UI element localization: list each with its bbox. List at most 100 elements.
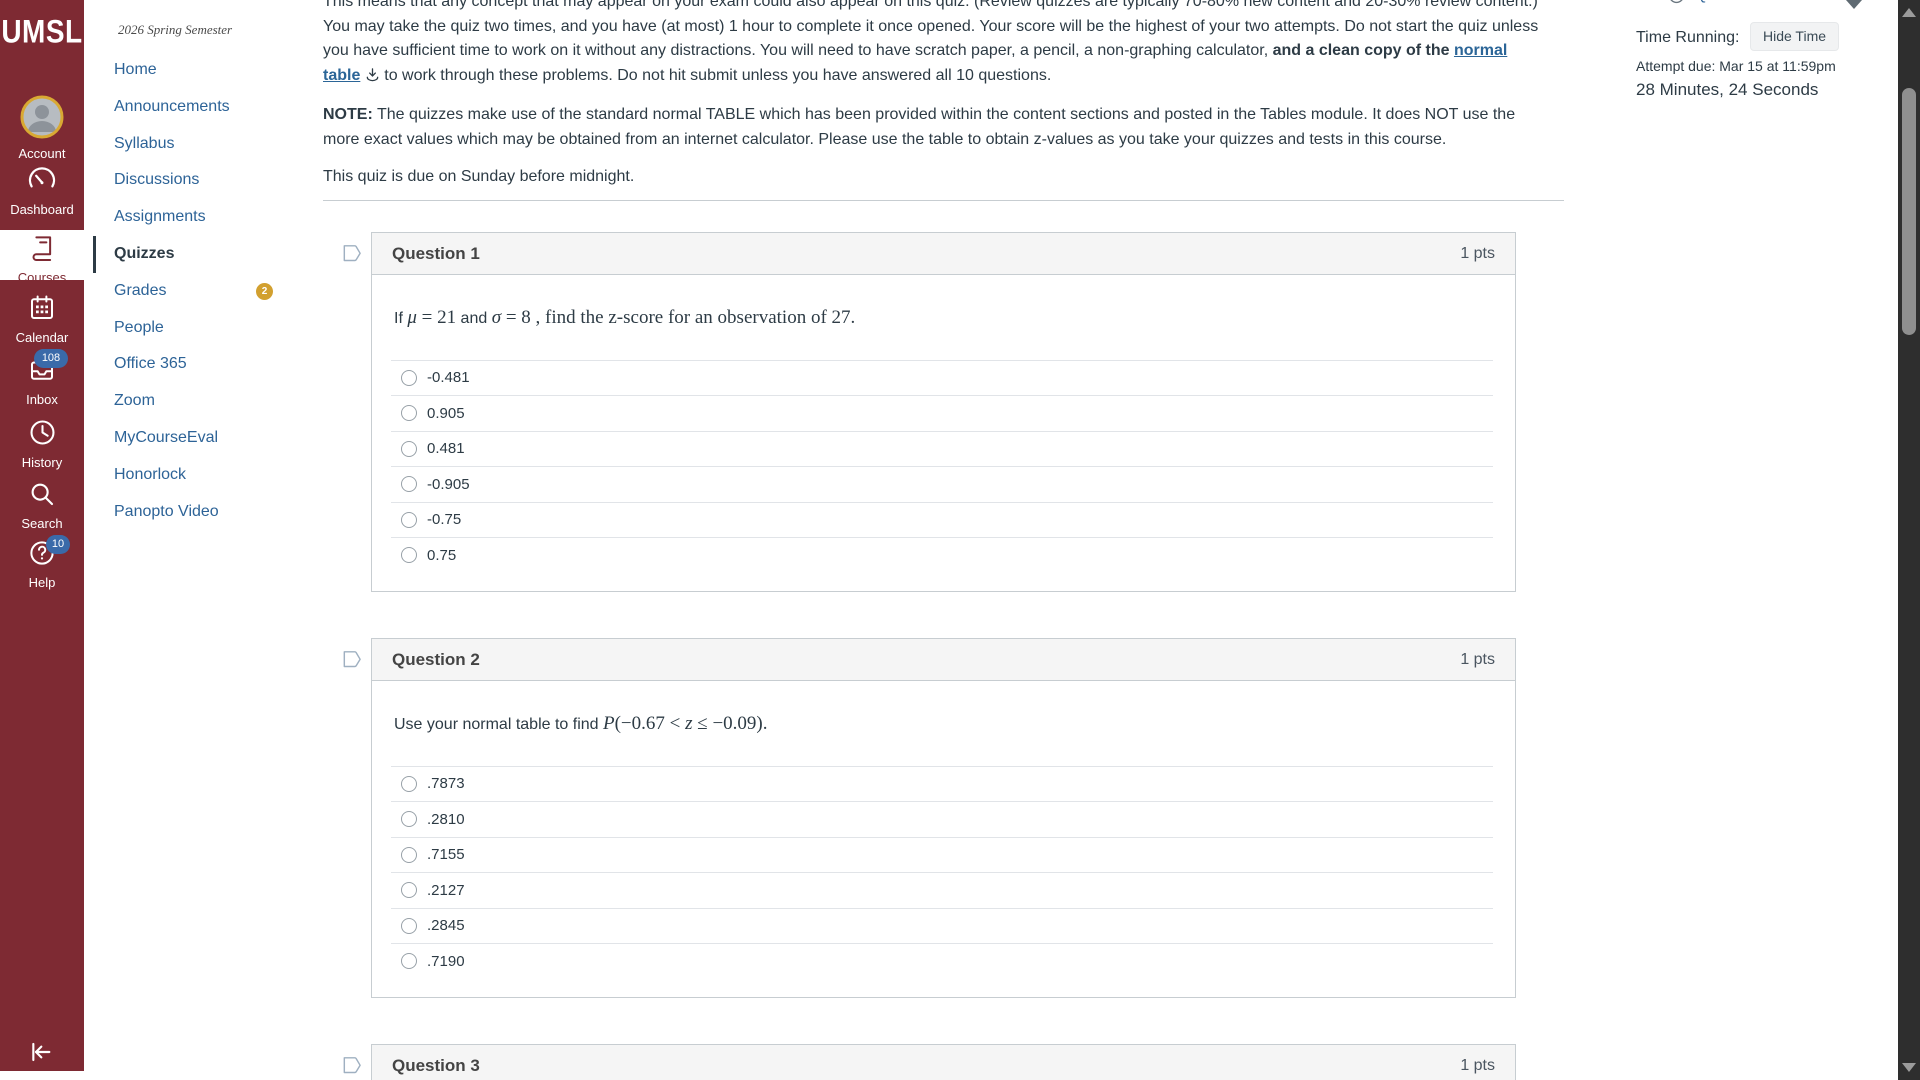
time-running-label: Time Running: [1636,29,1739,47]
courses-book-icon [27,233,57,263]
answer-option[interactable]: -0.75 [391,502,1493,538]
answer-radio[interactable] [401,370,417,386]
answer-option[interactable]: 0.481 [391,431,1493,467]
search-icon [27,479,57,509]
hide-time-button[interactable]: Hide Time [1750,22,1839,51]
scrollbar-thumb[interactable] [1902,88,1916,335]
answer-radio[interactable] [401,811,417,827]
sidebar-item-history[interactable]: History [0,417,84,470]
question-nav-link-row[interactable]: Question 2 [1668,0,1768,9]
question-1-box: Question 1 1 pts If μ = 21 and σ = 8 , f… [371,232,1516,592]
question-header: Question 1 1 pts [372,233,1515,275]
scrollbar[interactable] [1898,0,1920,1080]
course-nav-office365[interactable]: Office 365 [93,346,323,383]
question-title: Question 2 [392,639,480,680]
course-nav-home[interactable]: Home [93,52,323,89]
answer-option[interactable]: 0.905 [391,395,1493,431]
question-3-box: Question 3 1 pts [371,1044,1516,1080]
answer-radio[interactable] [401,953,417,969]
sidebar-label-inbox: Inbox [0,392,84,407]
question-header: Question 2 1 pts [372,639,1515,681]
flag-question-icon[interactable] [340,242,363,265]
course-nav-mycourseeval[interactable]: MyCourseEval [93,420,323,457]
attempt-due-text: Attempt due: Mar 15 at 11:59pm [1636,58,1836,74]
grades-badge: 2 [256,283,273,300]
course-nav-honorlock[interactable]: Honorlock [93,457,323,494]
answer-option[interactable]: .2127 [391,872,1493,908]
answer-radio[interactable] [401,512,417,528]
question-2-box: Question 2 1 pts Use your normal table t… [371,638,1516,998]
course-nav-panopto[interactable]: Panopto Video [93,494,323,531]
inbox-unread-badge: 108 [34,349,68,368]
course-nav-announcements[interactable]: Announcements [93,89,323,126]
scrollbar-down-arrow[interactable] [1902,1063,1916,1072]
quiz-content: This means that any concept that may app… [323,0,1564,1080]
question-nav-link[interactable]: Question 2 [1695,0,1768,4]
answer-option[interactable]: -0.481 [391,360,1493,396]
answer-option[interactable]: .7873 [391,766,1493,802]
course-nav-syllabus[interactable]: Syllabus [93,126,323,163]
dashboard-gauge-icon [26,163,58,195]
collapse-sidebar-icon[interactable] [24,1036,56,1068]
note-paragraph: NOTE: The quizzes make use of the standa… [323,103,1543,152]
sidebar-label-search: Search [0,516,84,531]
due-date-text: This quiz is due on Sunday before midnig… [323,165,1543,190]
course-nav-quizzes[interactable]: Quizzes [93,236,323,273]
question-title: Question 3 [392,1045,480,1080]
content-divider [323,200,1564,201]
time-remaining-text: 28 Minutes, 24 Seconds [1636,80,1818,100]
quiz-instructions-paragraph: This means that any concept that may app… [323,0,1543,88]
course-nav-zoom[interactable]: Zoom [93,383,323,420]
help-badge: 10 [46,535,70,554]
answer-radio[interactable] [401,547,417,563]
avatar-icon [20,95,64,139]
question-points: 1 pts [1460,1045,1495,1080]
answer-radio[interactable] [401,405,417,421]
question-prompt: If μ = 21 and σ = 8 , find the z-score f… [394,305,1493,332]
answer-radio[interactable] [401,847,417,863]
sidebar-item-inbox[interactable]: 108 Inbox [0,355,84,407]
answer-option[interactable]: -0.905 [391,466,1493,502]
note-label: NOTE: [323,106,373,123]
download-icon [365,67,380,82]
question-header: Question 3 1 pts [372,1045,1515,1080]
question-status-icon [1668,0,1685,4]
answer-option[interactable]: .7155 [391,837,1493,873]
scrollbar-up-arrow[interactable] [1902,8,1916,17]
answer-options: -0.481 0.905 0.481 -0.905 -0.75 0.75 [391,360,1493,573]
sidebar-item-dashboard[interactable]: Dashboard [0,163,84,217]
sidebar-label-help: Help [0,575,84,590]
course-nav-grades[interactable]: Grades 2 [93,273,323,310]
sidebar-item-search[interactable]: Search [0,479,84,531]
course-term-label: 2026 Spring Semester [118,22,232,38]
sidebar-item-account[interactable]: Account [0,95,84,161]
answer-option[interactable]: .2845 [391,908,1493,944]
answer-radio[interactable] [401,776,417,792]
history-clock-icon [27,417,58,448]
sidebar-item-help[interactable]: 10 Help [0,538,84,590]
sidebar-label-courses: Courses [0,270,84,285]
chevron-down-icon[interactable] [1846,0,1862,9]
question-points: 1 pts [1460,233,1495,274]
course-nav-people[interactable]: People [93,310,323,347]
answer-radio[interactable] [401,882,417,898]
answer-option[interactable]: 0.75 [391,537,1493,573]
course-nav-discussions[interactable]: Discussions [93,162,323,199]
question-points: 1 pts [1460,639,1495,680]
sidebar-item-calendar[interactable]: Calendar [0,293,84,345]
answer-option[interactable]: .7190 [391,943,1493,979]
global-nav-sidebar: UMSL Account Dashboard Courses [0,0,84,1071]
sidebar-item-courses[interactable]: Courses [0,230,84,280]
answer-radio[interactable] [401,918,417,934]
answer-radio[interactable] [401,476,417,492]
sidebar-label-calendar: Calendar [0,330,84,345]
question-prompt: Use your normal table to find P(−0.67 < … [394,711,1493,738]
question-title: Question 1 [392,233,480,274]
answer-option[interactable]: .2810 [391,801,1493,837]
flag-question-icon[interactable] [340,1054,363,1077]
flag-question-icon[interactable] [340,648,363,671]
course-nav-assignments[interactable]: Assignments [93,199,323,236]
umsl-logo[interactable]: UMSL [0,14,84,51]
answer-radio[interactable] [401,441,417,457]
sidebar-label-account: Account [0,146,84,161]
